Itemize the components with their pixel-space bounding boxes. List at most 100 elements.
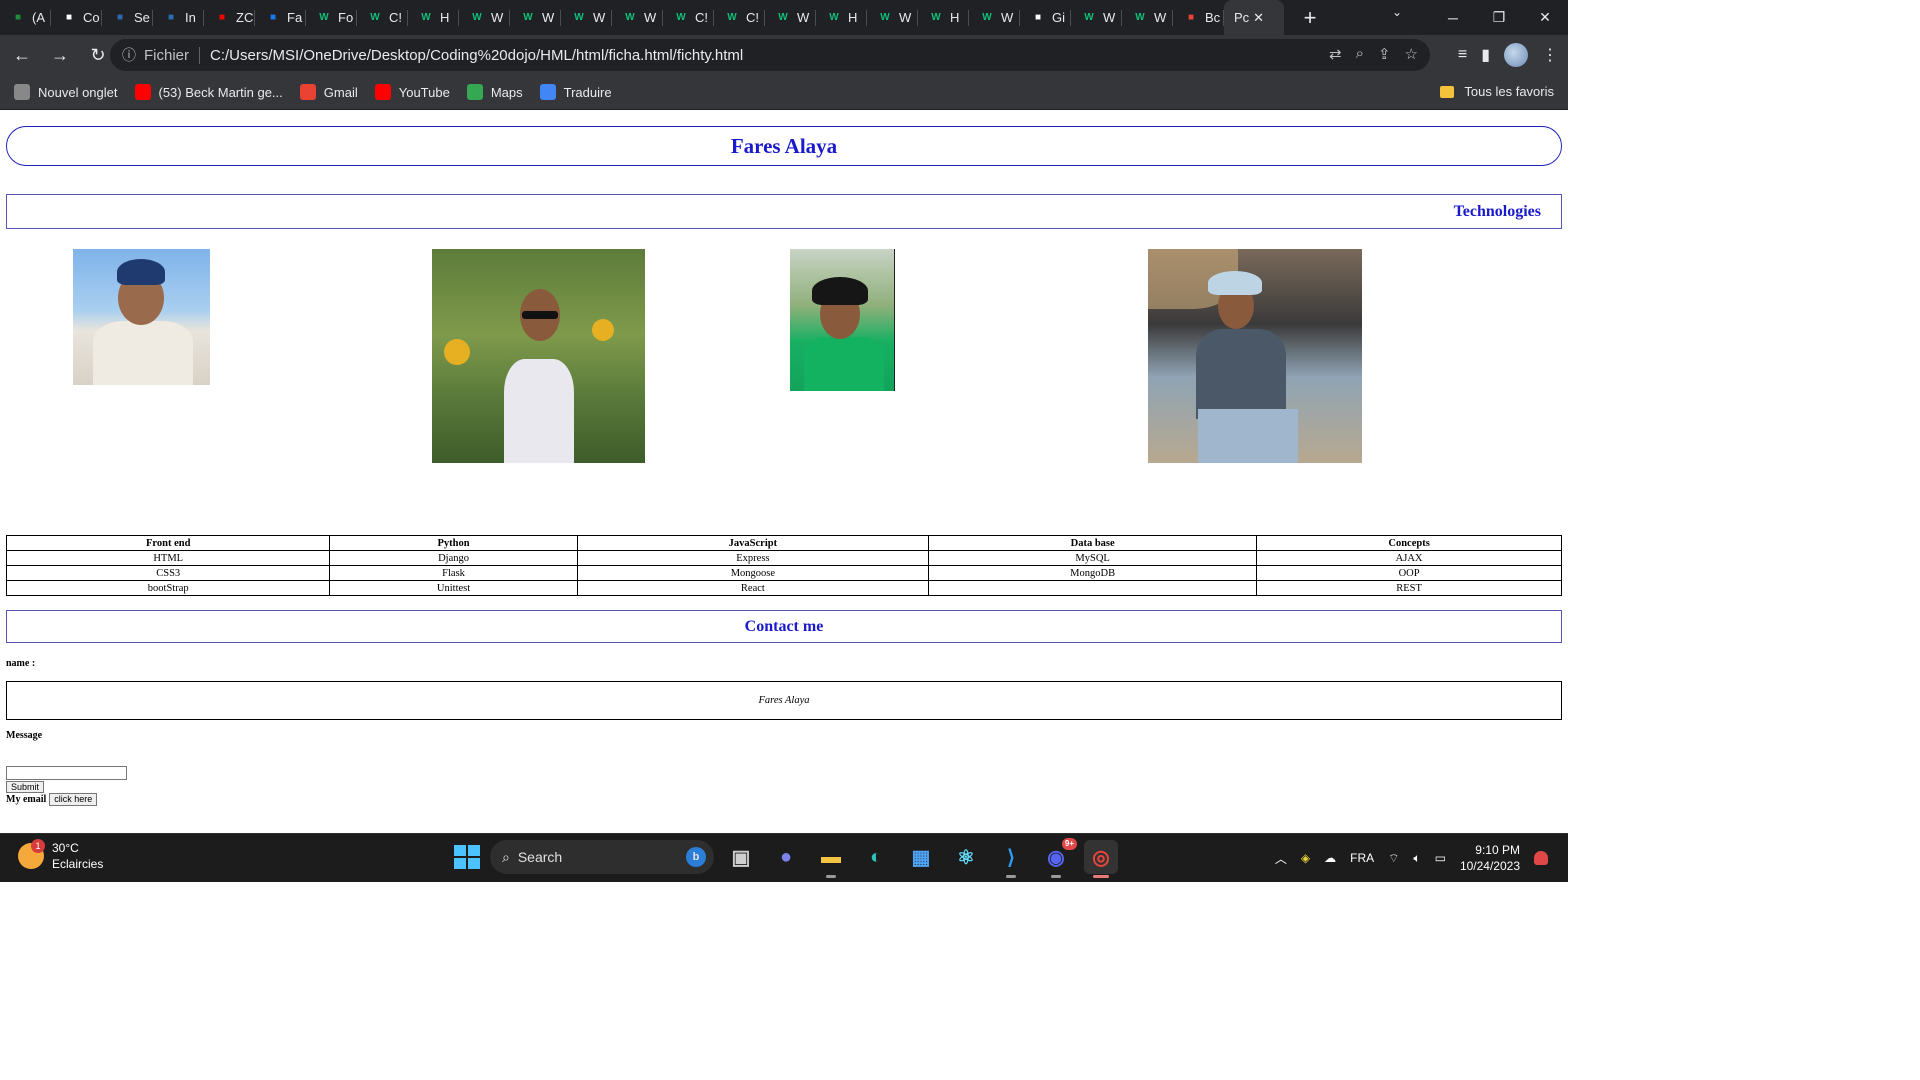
submit-button[interactable]: Submit: [6, 781, 45, 793]
battery-icon[interactable]: ▭: [1435, 851, 1446, 865]
store-icon[interactable]: ▦: [904, 840, 938, 874]
close-tab-icon[interactable]: ✕: [1253, 10, 1264, 26]
browser-tab[interactable]: W C!: [663, 0, 714, 35]
message-input[interactable]: [6, 766, 127, 780]
star-icon[interactable]: ☆: [1405, 45, 1418, 63]
bookmark-label: YouTube: [398, 84, 450, 100]
file-explorer-icon[interactable]: ▬: [814, 840, 848, 878]
bookmark-item[interactable]: Traduire: [539, 84, 612, 100]
name-field[interactable]: Fares Alaya: [6, 681, 1562, 720]
avatar[interactable]: [1504, 43, 1528, 67]
teams-icon[interactable]: ●: [769, 840, 803, 874]
menu-icon[interactable]: ⋮: [1542, 45, 1558, 65]
task-view-icon[interactable]: ▣: [724, 840, 758, 874]
close-window-button[interactable]: ✕: [1522, 0, 1568, 35]
clock[interactable]: 9:10 PM 10/24/2023: [1460, 842, 1520, 874]
browser-tab[interactable]: ■ Co: [51, 0, 102, 35]
address-url[interactable]: C:/Users/MSI/OneDrive/Desktop/Coding%20d…: [210, 47, 743, 64]
tab-label: W: [1001, 10, 1014, 25]
bookmark-item[interactable]: Gmail: [299, 84, 358, 100]
translate-icon[interactable]: ⇄: [1329, 45, 1342, 63]
bookmark-item[interactable]: (53) Beck Martin ge...: [134, 84, 283, 100]
system-tray: ︿ ◈ ☁ FRA ⌔ 🔈︎ ▭ 9:10 PM 10/24/2023: [1275, 842, 1548, 874]
volume-icon[interactable]: 🔈︎: [1413, 851, 1420, 866]
youtube-icon: [134, 84, 151, 100]
browser-tab[interactable]: ■ Bc: [1173, 0, 1224, 35]
message-label: Message: [6, 730, 43, 741]
browser-tab[interactable]: WW: [459, 0, 510, 35]
tab-label: Bc: [1205, 10, 1221, 25]
tab-label: Fo: [338, 10, 354, 25]
table-cell: React: [576, 580, 930, 596]
forward-button[interactable]: →: [44, 39, 76, 71]
browser-tab[interactable]: WW: [510, 0, 561, 35]
browser-tab[interactable]: ■ Se: [102, 0, 153, 35]
security-icon[interactable]: ◈: [1301, 851, 1310, 865]
back-button[interactable]: ←: [6, 39, 38, 71]
clock-time: 9:10 PM: [1475, 843, 1520, 857]
browser-tab[interactable]: ■ Fa: [255, 0, 306, 35]
browser-tab[interactable]: WH: [918, 0, 969, 35]
tab-search-icon[interactable]: ⌄: [1392, 5, 1402, 19]
browser-tab[interactable]: ■ In: [153, 0, 204, 35]
table-cell: HTML: [5, 550, 331, 566]
share-icon[interactable]: ⇪: [1378, 45, 1391, 63]
browser-tab[interactable]: WW: [867, 0, 918, 35]
email-button[interactable]: click here: [49, 793, 98, 806]
side-panel-icon[interactable]: ▮: [1481, 45, 1490, 65]
onedrive-icon[interactable]: ☁: [1324, 851, 1336, 865]
reading-list-icon[interactable]: ≡: [1458, 46, 1467, 64]
vscode-icon[interactable]: ⟩: [994, 840, 1028, 878]
info-icon[interactable]: ⓘ: [122, 45, 136, 65]
tab-label: H: [848, 10, 858, 25]
browser-tab[interactable]: ■ ZC: [204, 0, 255, 35]
notification-bell-icon[interactable]: [1534, 851, 1548, 865]
table-header-cell: Concepts: [1256, 535, 1562, 551]
browser-tab[interactable]: WW: [969, 0, 1020, 35]
browser-tab-active[interactable]: Pc ✕: [1224, 0, 1284, 35]
bookmark-item[interactable]: Maps: [466, 84, 523, 100]
browser-tab[interactable]: WW: [1071, 0, 1122, 35]
bookmark-item[interactable]: Nouvel onglet: [14, 84, 118, 100]
table-cell: OOP: [1256, 565, 1562, 581]
zoom-icon[interactable]: ⌕: [1356, 45, 1364, 63]
browser-tab[interactable]: WH: [408, 0, 459, 35]
chevron-up-icon[interactable]: ︿: [1275, 850, 1287, 867]
browser-tab[interactable]: WW: [612, 0, 663, 35]
chrome-icon[interactable]: ◎: [1084, 840, 1118, 878]
w-icon: W: [982, 12, 992, 23]
browser-tab[interactable]: W Fo: [306, 0, 357, 35]
bing-icon[interactable]: b: [686, 847, 706, 867]
browser-tab[interactable]: ■ (A: [0, 0, 51, 35]
new-tab-button[interactable]: +: [1296, 4, 1324, 32]
wifi-icon[interactable]: ⌔: [1388, 851, 1399, 866]
browser-tab[interactable]: W C!: [357, 0, 408, 35]
bookmark-item[interactable]: YouTube: [374, 84, 450, 100]
browser-tab[interactable]: WW: [561, 0, 612, 35]
minimize-button[interactable]: ─: [1430, 0, 1476, 35]
edge-icon[interactable]: ◐: [859, 840, 893, 874]
language-indicator[interactable]: FRA: [1350, 851, 1374, 865]
taskbar-search[interactable]: ⌕ Search b: [490, 840, 714, 874]
browser-tab[interactable]: ■ Gi: [1020, 0, 1071, 35]
clock-date: 10/24/2023: [1459, 859, 1520, 873]
profile-photo-4: [1148, 249, 1362, 463]
w-icon: W: [829, 12, 839, 23]
windows-start-icon[interactable]: [452, 843, 480, 871]
all-bookmarks[interactable]: Tous les favoris: [1440, 84, 1554, 99]
weather-icon: 1: [18, 839, 45, 869]
table-cell: Unittest: [329, 580, 578, 596]
discord-icon[interactable]: ◉ 9+: [1039, 838, 1077, 878]
tab-strip: ■ (A ■ Co ■ Se ■ In ■ ZC ■ Fa W Fo W C! W H W W W W W W W W W C! W C!…: [0, 0, 1568, 35]
restore-button[interactable]: ❐: [1476, 0, 1522, 35]
tab-label: (A: [32, 10, 45, 25]
address-bar[interactable]: ⓘ Fichier C:/Users/MSI/OneDrive/Desktop/…: [110, 39, 1430, 71]
weather-widget[interactable]: 1 30°C Eclaircies: [18, 839, 103, 872]
browser-tab[interactable]: W C!: [714, 0, 765, 35]
bookmark-label: Traduire: [563, 84, 612, 100]
browser-tab[interactable]: WW: [765, 0, 816, 35]
react-devtools-icon[interactable]: ⚛: [949, 840, 983, 874]
bookmark-list: Nouvel onglet (53) Beck Martin ge... Gmail…: [14, 84, 629, 100]
browser-tab[interactable]: WW: [1122, 0, 1173, 35]
browser-tab[interactable]: WH: [816, 0, 867, 35]
